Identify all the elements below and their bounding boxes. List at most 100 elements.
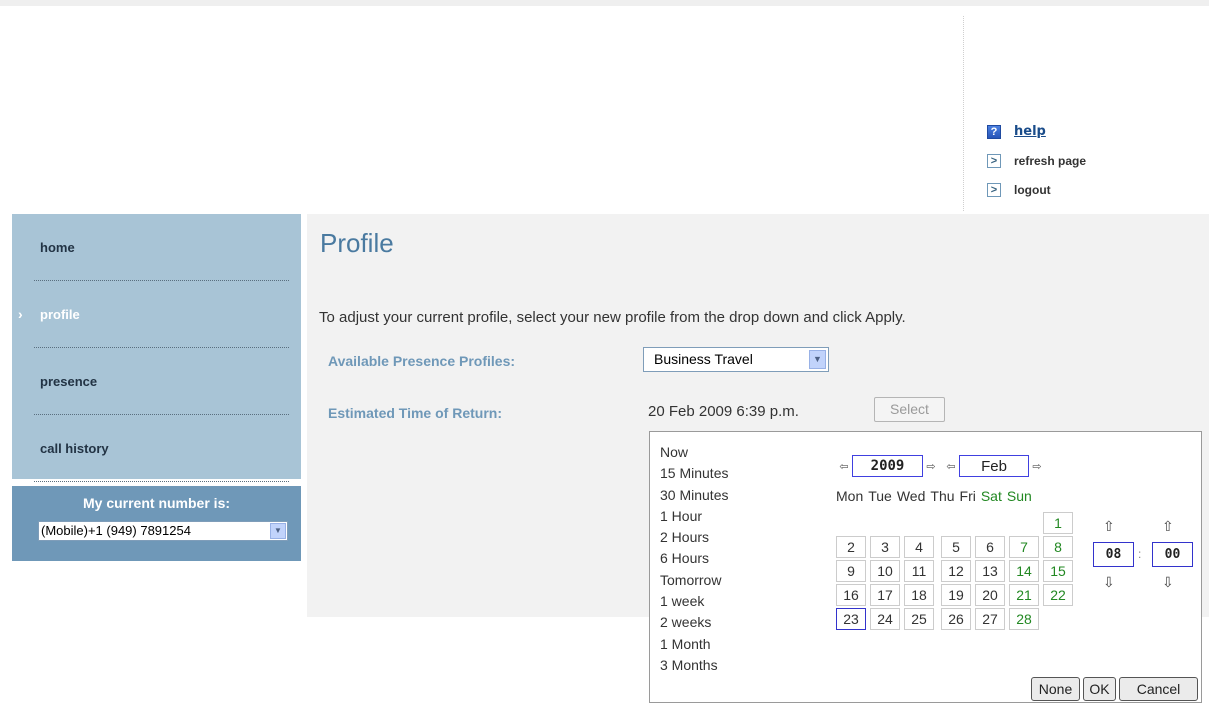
calendar-day[interactable]: 10 bbox=[870, 560, 900, 582]
quick-time-options: Now 15 Minutes 30 Minutes 1 Hour 2 Hours 6 Ho… bbox=[660, 442, 800, 676]
calendar-day[interactable]: 26 bbox=[941, 608, 971, 630]
hour-field[interactable]: 08 bbox=[1093, 542, 1134, 567]
nav-divider bbox=[34, 481, 289, 482]
select-button[interactable]: Select bbox=[874, 397, 945, 422]
sidebar-item-presence[interactable]: presence bbox=[12, 348, 301, 414]
weekday-label: Sat bbox=[980, 488, 1002, 504]
quick-time-option[interactable]: 3 Months bbox=[660, 655, 800, 676]
calendar-day[interactable]: 3 bbox=[870, 536, 900, 558]
page-title: Profile bbox=[320, 228, 394, 258]
none-button[interactable]: None bbox=[1031, 677, 1080, 701]
calendar-day[interactable]: 2 bbox=[836, 536, 866, 558]
calendar-day[interactable]: 28 bbox=[1009, 608, 1039, 630]
sidebar-item-label: call history bbox=[40, 440, 109, 456]
next-month-arrow-icon[interactable]: ⇨ bbox=[1029, 460, 1045, 473]
ok-button[interactable]: OK bbox=[1083, 677, 1116, 701]
time-separator: : bbox=[1138, 547, 1142, 561]
current-number-value: (Mobile)+1 (949) 7891254 bbox=[41, 523, 191, 538]
calendar-day[interactable]: 13 bbox=[975, 560, 1005, 582]
help-icon: ? bbox=[987, 124, 1001, 139]
help-link[interactable]: ? help bbox=[987, 117, 1086, 146]
logout-label[interactable]: logout bbox=[1014, 183, 1051, 197]
quick-time-option[interactable]: 2 weeks bbox=[660, 612, 800, 633]
sidebar-item-profile[interactable]: › profile bbox=[12, 281, 301, 347]
calendar-day[interactable]: 14 bbox=[1009, 560, 1039, 582]
quick-time-option[interactable]: 15 Minutes bbox=[660, 463, 800, 484]
minute-field[interactable]: 00 bbox=[1152, 542, 1193, 567]
chevron-down-icon[interactable]: ▼ bbox=[270, 523, 286, 539]
refresh-page-link[interactable]: > refresh page bbox=[987, 146, 1086, 175]
chevron-right-icon: > bbox=[987, 153, 1001, 168]
calendar-day[interactable]: 15 bbox=[1043, 560, 1073, 582]
return-time-label: Estimated Time of Return: bbox=[328, 405, 502, 421]
chevron-right-icon: › bbox=[18, 306, 23, 322]
next-year-arrow-icon[interactable]: ⇨ bbox=[923, 460, 939, 473]
minute-up-arrow-icon[interactable]: ⇧ bbox=[1162, 518, 1174, 535]
calendar-day[interactable]: 9 bbox=[836, 560, 866, 582]
calendar-day[interactable]: 25 bbox=[904, 608, 934, 630]
quick-time-option[interactable]: 1 week bbox=[660, 591, 800, 612]
calendar-day[interactable]: 1 bbox=[1043, 512, 1073, 534]
calendar-day[interactable]: 20 bbox=[975, 584, 1005, 606]
quick-time-option[interactable]: 1 Hour bbox=[660, 506, 800, 527]
sidebar: home › profile presence call history bbox=[12, 214, 301, 482]
calendar-day[interactable]: 7 bbox=[1009, 536, 1039, 558]
calendar-day[interactable]: 21 bbox=[1009, 584, 1039, 606]
weekday-label: Sun bbox=[1006, 488, 1032, 504]
calendar-day[interactable]: 24 bbox=[870, 608, 900, 630]
minute-down-arrow-icon[interactable]: ⇩ bbox=[1162, 574, 1174, 591]
instruction-text: To adjust your current profile, select y… bbox=[319, 309, 906, 326]
year-field[interactable]: 2009 bbox=[852, 455, 923, 477]
logout-link[interactable]: > logout bbox=[987, 175, 1086, 204]
presence-profiles-label: Available Presence Profiles: bbox=[328, 353, 516, 369]
quick-time-option[interactable]: Now bbox=[660, 442, 800, 463]
quick-time-option[interactable]: Tomorrow bbox=[660, 570, 800, 591]
hour-up-arrow-icon[interactable]: ⇧ bbox=[1103, 518, 1115, 535]
help-link-label[interactable]: help bbox=[1014, 124, 1046, 139]
sidebar-item-label: profile bbox=[40, 306, 80, 322]
calendar-day[interactable]: 5 bbox=[941, 536, 971, 558]
calendar-day[interactable]: 16 bbox=[836, 584, 866, 606]
chevron-down-icon[interactable]: ▼ bbox=[809, 350, 826, 369]
weekday-label: Thu bbox=[930, 488, 955, 504]
month-field[interactable]: Feb bbox=[959, 455, 1029, 477]
calendar-day[interactable]: 11 bbox=[904, 560, 934, 582]
chevron-right-icon: > bbox=[987, 182, 1001, 197]
presence-profile-select[interactable]: Business Travel ▼ bbox=[643, 347, 829, 372]
presence-profile-value: Business Travel bbox=[654, 351, 753, 367]
weekday-label: Mon bbox=[836, 488, 864, 504]
calendar-day[interactable]: 4 bbox=[904, 536, 934, 558]
sidebar-item-label: home bbox=[40, 239, 75, 255]
cancel-button[interactable]: Cancel bbox=[1119, 677, 1198, 701]
calendar-day[interactable]: 8 bbox=[1043, 536, 1073, 558]
refresh-page-label[interactable]: refresh page bbox=[1014, 154, 1086, 168]
quick-time-option[interactable]: 6 Hours bbox=[660, 548, 800, 569]
calendar-day[interactable]: 22 bbox=[1043, 584, 1073, 606]
weekday-header: Mon Tue Wed Thu Fri Sat Sun bbox=[836, 488, 1037, 504]
calendar-day[interactable]: 18 bbox=[904, 584, 934, 606]
calendar-day[interactable]: 27 bbox=[975, 608, 1005, 630]
calendar-day[interactable]: 12 bbox=[941, 560, 971, 582]
current-number-select[interactable]: (Mobile)+1 (949) 7891254 ▼ bbox=[38, 521, 288, 541]
calendar-day[interactable]: 6 bbox=[975, 536, 1005, 558]
calendar-day[interactable]: 23 bbox=[836, 608, 866, 630]
sidebar-item-call-history[interactable]: call history bbox=[12, 415, 301, 481]
prev-year-arrow-icon[interactable]: ⇦ bbox=[836, 460, 852, 473]
top-border bbox=[0, 0, 1209, 6]
date-time-picker: Now 15 Minutes 30 Minutes 1 Hour 2 Hours 6 Ho… bbox=[649, 431, 1202, 703]
quick-time-option[interactable]: 30 Minutes bbox=[660, 485, 800, 506]
header-divider bbox=[963, 16, 964, 211]
year-month-navigation: ⇦ 2009 ⇨ ⇦ Feb ⇨ bbox=[836, 454, 1045, 478]
prev-month-arrow-icon[interactable]: ⇦ bbox=[943, 460, 959, 473]
hour-down-arrow-icon[interactable]: ⇩ bbox=[1103, 574, 1115, 591]
sidebar-item-home[interactable]: home bbox=[12, 214, 301, 280]
calendar-day[interactable]: 17 bbox=[870, 584, 900, 606]
current-number-panel: My current number is: (Mobile)+1 (949) 7… bbox=[12, 486, 301, 561]
quick-time-option[interactable]: 2 Hours bbox=[660, 527, 800, 548]
sidebar-item-label: presence bbox=[40, 373, 98, 389]
return-time-value: 20 Feb 2009 6:39 p.m. bbox=[648, 403, 799, 420]
weekday-label: Fri bbox=[959, 488, 976, 504]
calendar-day[interactable]: 19 bbox=[941, 584, 971, 606]
weekday-label: Wed bbox=[896, 488, 926, 504]
quick-time-option[interactable]: 1 Month bbox=[660, 634, 800, 655]
